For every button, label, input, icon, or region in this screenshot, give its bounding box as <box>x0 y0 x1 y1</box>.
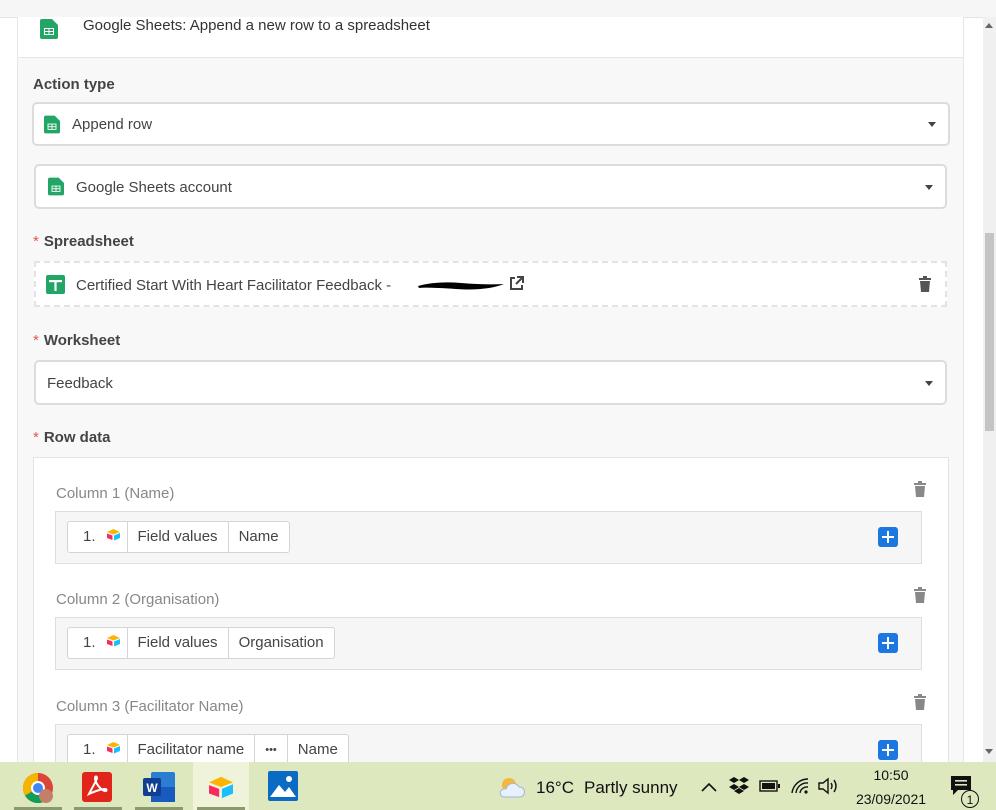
field-pill: ••• <box>255 735 288 762</box>
add-field-button[interactable] <box>878 740 898 760</box>
field-pill: Organisation <box>238 634 324 651</box>
field-pills: 1. Facilitator name ••• Name <box>67 734 349 762</box>
action-header[interactable]: Google Sheets: Append a new row to a spr… <box>18 17 963 58</box>
account-value: Google Sheets account <box>76 179 232 196</box>
action-type-label: Action type <box>33 76 115 93</box>
field-pill: Name <box>238 528 279 545</box>
sheets-plus-icon <box>46 275 65 299</box>
dropbox-icon[interactable] <box>729 776 749 799</box>
trash-icon[interactable] <box>914 694 926 715</box>
volume-icon[interactable] <box>817 777 839 800</box>
word-icon[interactable]: W <box>131 762 187 810</box>
redaction-mark <box>416 277 506 298</box>
action-type-select[interactable]: Append row <box>32 102 950 146</box>
taskbar-clock[interactable]: 10:50 23/09/2021 <box>845 765 937 809</box>
column-value-box[interactable]: 1. Facilitator name ••• Name <box>55 724 922 762</box>
field-pill: Facilitator name <box>128 735 256 762</box>
field-pills: 1. Field values Name <box>67 521 290 553</box>
trash-icon[interactable] <box>914 481 926 502</box>
scroll-up-icon[interactable] <box>985 23 993 28</box>
worksheet-value: Feedback <box>47 375 113 392</box>
row-data-panel: Column 1 (Name) 1. Field values Name Col… <box>33 457 949 762</box>
account-select[interactable]: Google Sheets account <box>34 164 947 209</box>
chevron-down-icon <box>928 122 936 127</box>
add-field-button[interactable] <box>878 527 898 547</box>
field-pills: 1. Field values Organisation <box>67 627 335 659</box>
column-label: Column 3 (Facilitator Name) <box>56 698 244 715</box>
step-number: 1. <box>83 741 96 758</box>
svg-text:W: W <box>146 781 158 795</box>
spreadsheet-field[interactable]: Certified Start With Heart Facilitator F… <box>34 261 947 307</box>
add-field-button[interactable] <box>878 633 898 653</box>
column-value-box[interactable]: 1. Field values Organisation <box>55 617 922 670</box>
clock-time: 10:50 <box>873 767 909 783</box>
top-strip <box>0 0 996 18</box>
field-pill: Field values <box>128 522 229 552</box>
weather-condition[interactable]: Partly sunny <box>584 778 678 798</box>
action-panel: Google Sheets: Append a new row to a spr… <box>17 17 964 762</box>
scroll-down-icon[interactable] <box>985 749 993 754</box>
airtable-icon <box>106 735 121 762</box>
column-value-box[interactable]: 1. Field values Name <box>55 511 922 564</box>
row-data-label: * Row data <box>33 429 111 446</box>
step-pill: 1. <box>68 628 128 658</box>
action-title: Google Sheets: Append a new row to a spr… <box>83 17 430 34</box>
field-pill: Field values <box>128 628 229 658</box>
notification-count: 1 <box>961 790 979 808</box>
column-label: Column 1 (Name) <box>56 485 175 502</box>
google-sheets-icon <box>44 115 60 139</box>
airtable-icon <box>106 628 121 658</box>
clock-date: 23/09/2021 <box>855 791 927 807</box>
trash-icon[interactable] <box>919 276 931 297</box>
step-number: 1. <box>83 634 96 651</box>
step-pill: 1. <box>68 735 128 762</box>
scrollbar-thumb[interactable] <box>985 233 994 431</box>
spreadsheet-label: * Spreadsheet <box>33 233 134 250</box>
trash-icon[interactable] <box>914 587 926 608</box>
acrobat-icon[interactable] <box>70 762 126 810</box>
wifi-icon[interactable] <box>790 777 810 800</box>
weather-temp[interactable]: 16°C <box>536 778 574 798</box>
action-type-value: Append row <box>72 116 153 133</box>
airtable-icon <box>106 522 121 552</box>
battery-icon[interactable] <box>759 779 781 797</box>
google-sheets-icon <box>40 19 58 44</box>
step-number: 1. <box>83 528 96 545</box>
airtable-icon[interactable] <box>193 762 249 810</box>
chrome-icon[interactable] <box>10 762 66 810</box>
spreadsheet-name: Certified Start With Heart Facilitator F… <box>76 277 392 294</box>
vertical-scrollbar[interactable] <box>983 17 996 762</box>
photos-icon[interactable] <box>256 762 312 810</box>
open-external-icon[interactable] <box>509 276 524 296</box>
field-pill: Name <box>297 741 338 758</box>
worksheet-select[interactable]: Feedback <box>34 360 947 405</box>
worksheet-label: * Worksheet <box>33 332 121 349</box>
step-pill: 1. <box>68 522 128 552</box>
column-label: Column 2 (Organisation) <box>56 591 220 608</box>
google-sheets-icon <box>48 177 64 201</box>
chevron-down-icon <box>925 185 933 190</box>
chevron-down-icon <box>925 381 933 386</box>
weather-icon[interactable] <box>497 775 526 804</box>
chevron-up-icon[interactable] <box>701 779 717 797</box>
